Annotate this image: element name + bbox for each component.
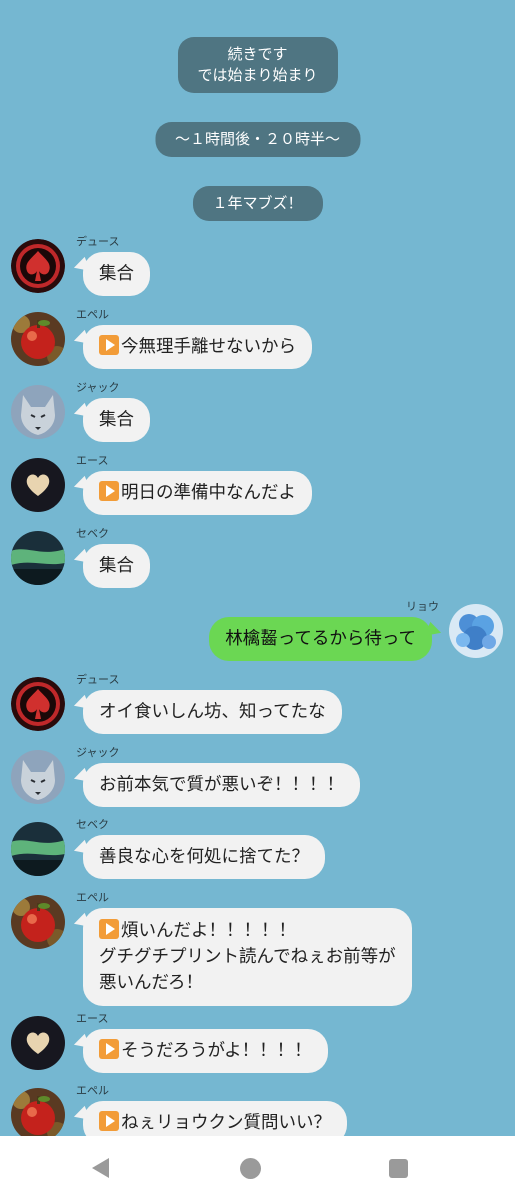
aurora-avatar-icon[interactable] <box>11 822 65 876</box>
message-text: 集合 <box>99 556 134 576</box>
back-icon[interactable] <box>92 1158 109 1178</box>
message-bubble[interactable]: 林檎齧ってるから待って <box>209 617 432 661</box>
sender-name: セベク <box>76 818 109 831</box>
sender-name: セベク <box>76 527 109 540</box>
message-bubble[interactable]: 集合 <box>83 398 150 442</box>
play-icon <box>99 335 119 355</box>
message-bubble[interactable]: 善良な心を何処に捨てた？ <box>83 835 325 879</box>
spade-avatar-icon[interactable] <box>11 239 65 293</box>
message-bubble[interactable]: お前本気で質が悪いぞ！！！！ <box>83 763 360 807</box>
play-icon <box>99 919 119 939</box>
system-navigation-bar <box>0 1136 515 1200</box>
message-text: 煩いんだよ！！！！！ グチグチプリント読んでねぇお前等が 悪いんだろ！ <box>99 921 396 993</box>
message-text: ねぇリョウクン質問いい？ <box>121 1113 331 1133</box>
play-icon <box>99 1111 119 1131</box>
system-message: 続きです では始まり始まり <box>177 37 338 93</box>
message-text: 今無理手離せないから <box>121 337 296 357</box>
sender-name: デュース <box>76 235 120 248</box>
sender-name: ジャック <box>76 746 120 759</box>
sender-name: エース <box>76 454 109 467</box>
message-bubble[interactable]: そうだろうがよ！！！！ <box>83 1029 328 1073</box>
sender-name: エペル <box>76 308 109 321</box>
sender-name: エペル <box>76 1084 109 1097</box>
home-icon[interactable] <box>240 1158 261 1179</box>
message-text: 集合 <box>99 410 134 430</box>
heart-avatar-icon[interactable] <box>11 458 65 512</box>
sender-name: エース <box>76 1012 109 1025</box>
message-bubble[interactable]: 明日の準備中なんだよ <box>83 471 312 515</box>
message-text: 善良な心を何処に捨てた？ <box>99 847 309 867</box>
message-text: お前本気で質が悪いぞ！！！！ <box>99 775 344 795</box>
sender-name: リョウ <box>406 600 439 613</box>
message-text: そうだろうがよ！！！！ <box>121 1041 312 1061</box>
message-bubble[interactable]: オイ食いしん坊、知ってたな <box>83 690 342 734</box>
wolf-avatar-icon[interactable] <box>11 385 65 439</box>
message-bubble[interactable]: ねぇリョウクン質問いい？ <box>83 1101 347 1136</box>
apple-avatar-icon[interactable] <box>11 312 65 366</box>
system-message: 〜１時間後・２０時半〜 <box>154 122 361 157</box>
system-message: １年マブズ！ <box>192 186 323 221</box>
heart-avatar-icon[interactable] <box>11 1016 65 1070</box>
message-bubble[interactable]: 集合 <box>83 252 150 296</box>
sender-name: デュース <box>76 673 120 686</box>
play-icon <box>99 481 119 501</box>
message-bubble[interactable]: 集合 <box>83 544 150 588</box>
apple-avatar-icon[interactable] <box>11 1088 65 1136</box>
spade-avatar-icon[interactable] <box>11 677 65 731</box>
message-text: 明日の準備中なんだよ <box>121 483 296 503</box>
message-bubble[interactable]: 今無理手離せないから <box>83 325 312 369</box>
recents-icon[interactable] <box>389 1159 408 1178</box>
blue-flower-avatar-icon[interactable] <box>449 604 503 658</box>
message-text: 林檎齧ってるから待って <box>225 629 416 649</box>
sender-name: エペル <box>76 891 109 904</box>
play-icon <box>99 1039 119 1059</box>
aurora-avatar-icon[interactable] <box>11 531 65 585</box>
message-bubble[interactable]: 煩いんだよ！！！！！ グチグチプリント読んでねぇお前等が 悪いんだろ！ <box>83 908 412 1006</box>
sender-name: ジャック <box>76 381 120 394</box>
message-text: オイ食いしん坊、知ってたな <box>99 702 326 722</box>
message-text: 集合 <box>99 264 134 284</box>
wolf-avatar-icon[interactable] <box>11 750 65 804</box>
apple-avatar-icon[interactable] <box>11 895 65 949</box>
chat-area[interactable]: 続きです では始まり始まり 〜１時間後・２０時半〜 １年マブズ！ デュース 集合… <box>0 0 515 1136</box>
